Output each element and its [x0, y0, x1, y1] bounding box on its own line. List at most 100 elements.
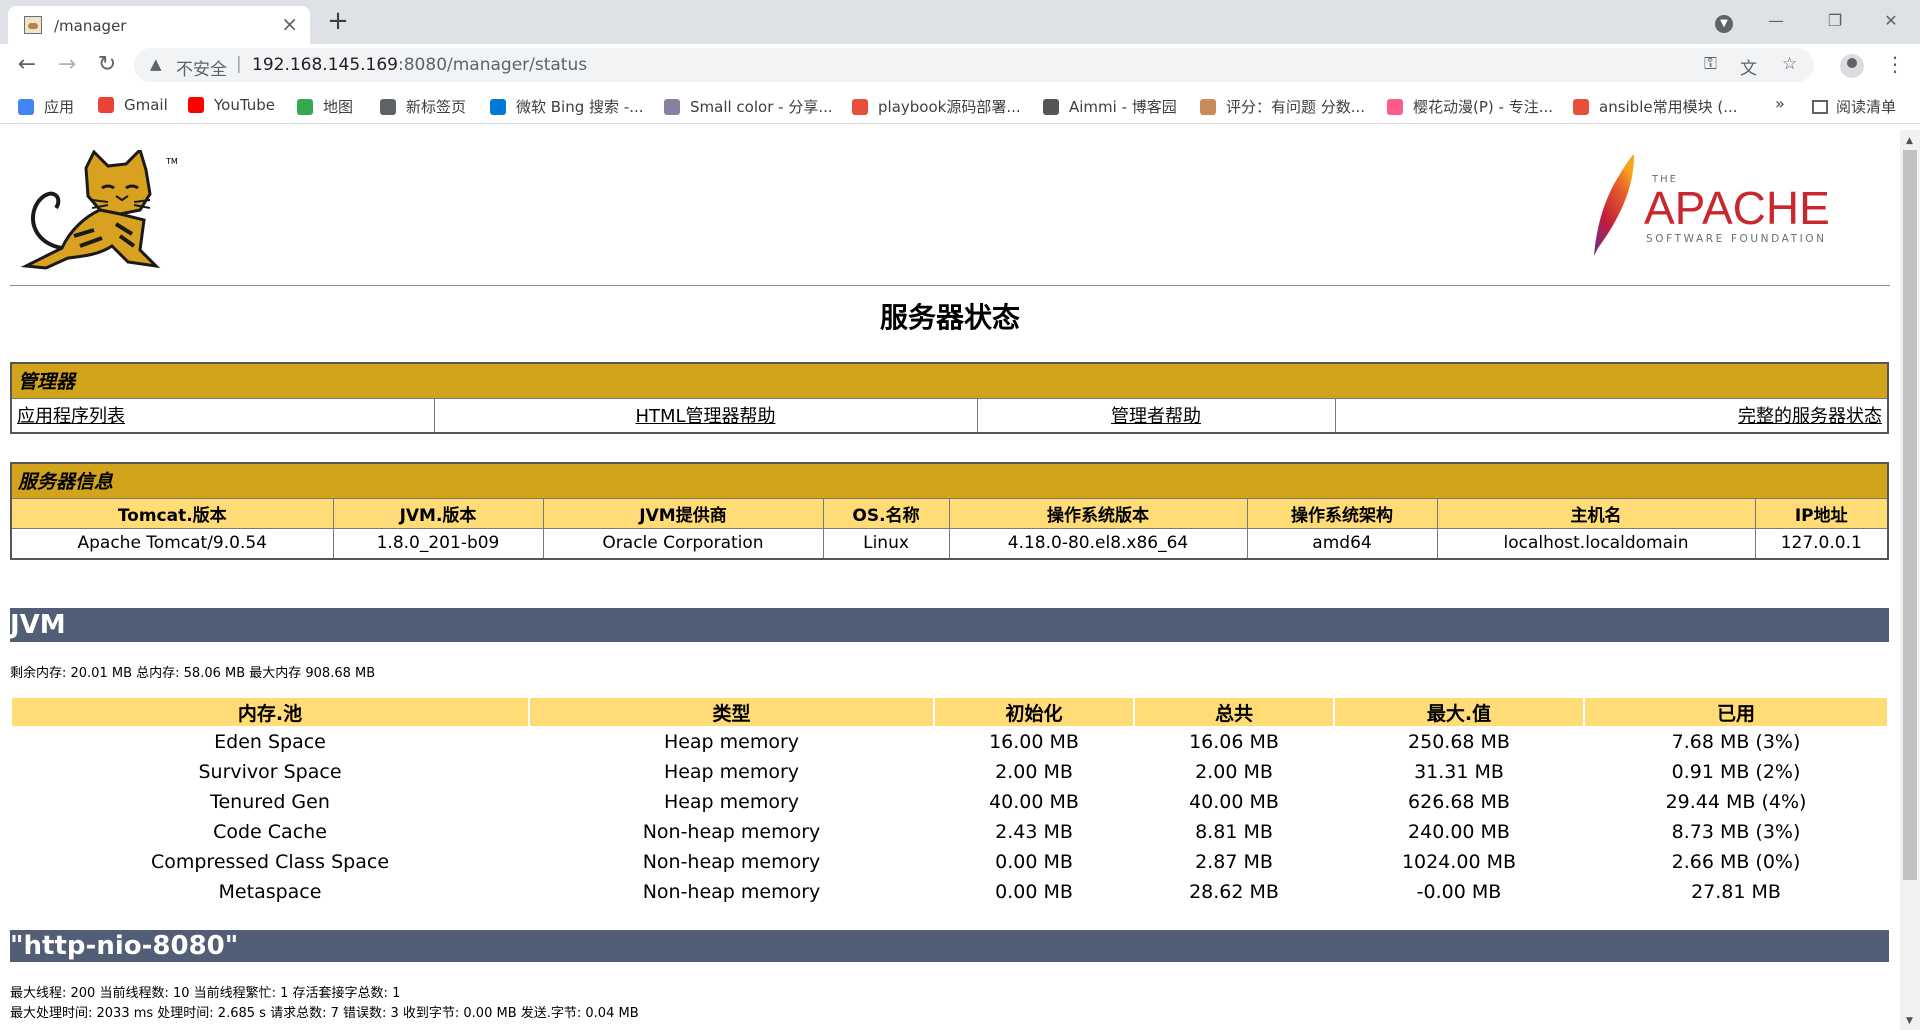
- tab-manager[interactable]: /manager ×: [8, 6, 310, 44]
- avatar-icon: [1200, 99, 1216, 115]
- tab-close-icon[interactable]: ×: [281, 12, 298, 36]
- bookmark-label: Aimmi - 博客园: [1069, 98, 1177, 116]
- translate-icon[interactable]: 文: [1740, 54, 1757, 79]
- tab-search-button[interactable]: ▼: [1709, 8, 1739, 34]
- star-icon[interactable]: ☆: [1782, 54, 1797, 74]
- maximize-button[interactable]: ❐: [1820, 8, 1850, 34]
- minimize-button[interactable]: —: [1761, 8, 1791, 34]
- server-info-column-header: JVM.版本: [332, 497, 544, 529]
- memory-pool-table: 内存.池 类型 初始化 总共 最大.值 已用 Eden Space Heap memory 1…: [10, 696, 1889, 908]
- tomcat-tm: TM: [165, 157, 178, 166]
- memory-pool-cell: Metaspace: [218, 881, 322, 903]
- manager-section-header: 管理器: [10, 362, 1889, 399]
- bookmark-label: 樱花动漫(P) - 专注...: [1413, 98, 1554, 116]
- manager-table: 管理器 应用程序列表 HTML管理器帮助 管理者帮助 完整的服务器状态: [10, 362, 1889, 434]
- bookmark-item[interactable]: Small color - 分享...: [664, 96, 833, 118]
- memory-pool-cell: Heap memory: [663, 761, 800, 783]
- bookmarks-bar: 应用 Gmail YouTube 地图 新标签页 微软 Bing 搜索 -... Small…: [0, 88, 1920, 124]
- bookmark-label: Gmail: [124, 96, 168, 114]
- bookmark-label: 新标签页: [406, 98, 467, 116]
- bookmark-item[interactable]: YouTube: [188, 96, 275, 118]
- html-manager-help-link[interactable]: HTML管理器帮助: [635, 406, 775, 427]
- bookmark-item[interactable]: playbook源码部署...: [852, 96, 1021, 118]
- server-info-value: 127.0.0.1: [1754, 527, 1889, 560]
- smallcolor-icon: [664, 99, 680, 115]
- bookmark-label: 微软 Bing 搜索 -...: [516, 98, 644, 116]
- address-url[interactable]: 192.168.145.169:8080/manager/status: [252, 55, 587, 75]
- memory-pool-cell: 240.00 MB: [1408, 821, 1510, 843]
- csdn-icon: [1573, 99, 1589, 115]
- page-scrollbar[interactable]: ▲ ▼: [1900, 130, 1920, 1030]
- bookmark-item[interactable]: 地图: [297, 96, 353, 118]
- page-title: 服务器状态: [879, 301, 1020, 334]
- memory-pool-cell: -0.00 MB: [1416, 881, 1502, 903]
- complete-server-status-link[interactable]: 完整的服务器状态: [1738, 406, 1882, 427]
- memory-pool-cell: 1024.00 MB: [1401, 851, 1517, 873]
- server-info-column-header: OS.名称: [822, 497, 950, 529]
- memory-pool-cell: 2.66 MB (0%): [1671, 851, 1801, 873]
- bookmark-item[interactable]: 新标签页: [380, 96, 466, 118]
- reading-list-button[interactable]: 阅读清单: [1812, 96, 1896, 117]
- memory-pool-column-header: 类型: [530, 698, 933, 726]
- server-info-value: Linux: [822, 527, 950, 560]
- manager-link-cell: 应用程序列表: [10, 397, 435, 434]
- bookmark-item[interactable]: 樱花动漫(P) - 专注...: [1387, 96, 1553, 118]
- bookmark-item[interactable]: 微软 Bing 搜索 -...: [490, 96, 644, 118]
- app-list-link[interactable]: 应用程序列表: [17, 406, 125, 427]
- menu-icon[interactable]: ⋮: [1885, 52, 1905, 76]
- bookmark-item[interactable]: ansible常用模块 (...: [1573, 96, 1738, 118]
- warning-icon[interactable]: ▲: [150, 55, 162, 73]
- server-info-table: 服务器信息 Tomcat.版本 JVM.版本 JVM提供商 OS.名称 操作系统版本 操作…: [10, 462, 1889, 560]
- tomcat-favicon-icon: [24, 16, 42, 34]
- key-icon[interactable]: ⚿: [1704, 54, 1717, 74]
- reload-button[interactable]: ↻: [92, 50, 122, 80]
- feather-icon: [1594, 154, 1634, 256]
- memory-pool-cell: 2.00 MB: [995, 761, 1073, 783]
- memory-pool-cell: 0.00 MB: [995, 881, 1073, 903]
- back-button[interactable]: ←: [12, 50, 42, 80]
- url-path: :8080/manager/status: [398, 55, 588, 75]
- connector-section-header: "http-nio-8080": [10, 930, 1889, 962]
- forward-button[interactable]: →: [52, 50, 82, 80]
- manager-link-cell: HTML管理器帮助: [433, 397, 978, 434]
- memory-pool-cell: 31.31 MB: [1414, 761, 1504, 783]
- server-info-column-header: JVM提供商: [542, 497, 824, 529]
- scroll-up-icon[interactable]: ▲: [1906, 136, 1913, 146]
- memory-pool-cell: 2.87 MB: [1195, 851, 1273, 873]
- memory-pool-row: Survivor Space Heap memory 2.00 MB 2.00 MB 3…: [12, 758, 1887, 786]
- memory-pool-cell: 27.81 MB: [1691, 881, 1781, 903]
- security-label[interactable]: 不安全: [176, 55, 227, 80]
- scrollbar-thumb[interactable]: [1903, 150, 1917, 880]
- memory-pool-row: Tenured Gen Heap memory 40.00 MB 40.00 MB 62…: [12, 788, 1887, 816]
- bookmark-item[interactable]: 评分：有问题 分数...: [1200, 96, 1365, 118]
- bookmarks-overflow-button[interactable]: »: [1775, 94, 1785, 113]
- scroll-down-icon[interactable]: ▼: [1906, 1016, 1913, 1026]
- reading-list-label: 阅读清单: [1836, 98, 1897, 116]
- bookmark-item[interactable]: 应用: [18, 96, 74, 118]
- bookmark-item[interactable]: Gmail: [98, 96, 168, 118]
- apps-icon: [18, 99, 34, 115]
- tab-title: /manager: [54, 17, 127, 35]
- memory-pool-cell: 29.44 MB (4%): [1665, 791, 1807, 813]
- memory-pool-cell: 40.00 MB: [1189, 791, 1279, 813]
- memory-pool-cell: 626.68 MB: [1408, 791, 1510, 813]
- csdn-icon: [852, 99, 868, 115]
- profile-icon[interactable]: [1840, 54, 1864, 78]
- apache-logo[interactable]: THE APACHE SOFTWARE FOUNDATION: [1580, 152, 1860, 262]
- manager-help-link[interactable]: 管理者帮助: [1111, 406, 1201, 427]
- memory-pool-cell: 16.06 MB: [1189, 731, 1279, 753]
- gmail-icon: [98, 97, 114, 113]
- memory-pool-cell: Code Cache: [213, 821, 327, 843]
- server-info-column-header: Tomcat.版本: [10, 497, 334, 529]
- url-host: 192.168.145.169: [252, 55, 399, 75]
- manager-link-cell: 管理者帮助: [976, 397, 1336, 434]
- close-window-button[interactable]: ✕: [1876, 8, 1906, 34]
- address-bar[interactable]: ▲ 不安全 | 192.168.145.169:8080/manager/sta…: [134, 48, 1814, 82]
- bookmark-item[interactable]: Aimmi - 博客园: [1043, 96, 1177, 118]
- tab-strip: /manager × + ▼ — ❐ ✕: [0, 0, 1920, 44]
- memory-pool-row: Metaspace Non-heap memory 0.00 MB 28.62 MB -…: [12, 878, 1887, 906]
- server-info-value: amd64: [1246, 527, 1438, 560]
- bookmark-label: Small color - 分享...: [690, 98, 833, 116]
- new-tab-button[interactable]: +: [322, 6, 354, 38]
- tomcat-logo[interactable]: TM: [16, 150, 186, 272]
